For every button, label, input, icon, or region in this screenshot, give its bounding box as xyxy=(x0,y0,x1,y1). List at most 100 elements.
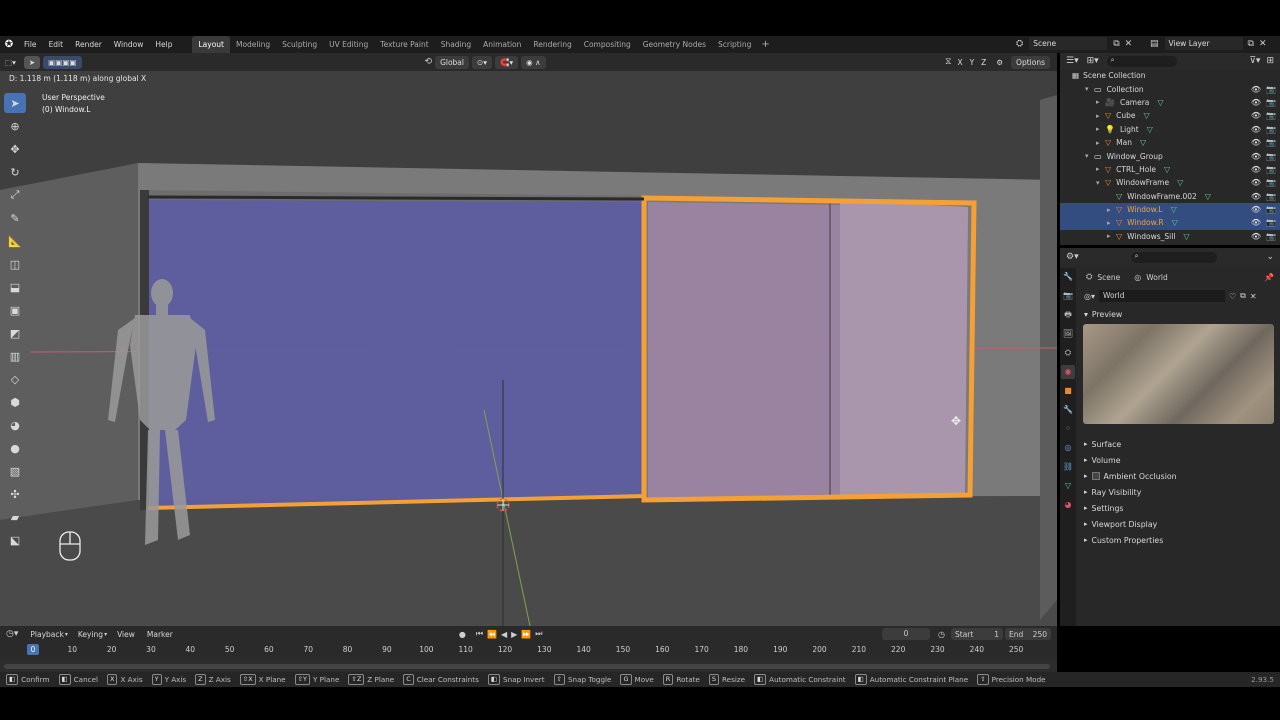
render-camera-icon[interactable]: 📷 xyxy=(1266,218,1276,227)
outliner-row-collection[interactable]: ▾ ▭ Collection 👁 📷 xyxy=(1060,82,1280,95)
timeline-scrollbar[interactable] xyxy=(4,664,1050,669)
copy-scene-icon[interactable]: ⧉ xyxy=(1113,39,1119,49)
menu-edit[interactable]: Edit xyxy=(43,36,70,53)
shear-tool-icon[interactable]: ▰ xyxy=(4,507,26,527)
chevron-right-icon[interactable]: ▸ xyxy=(1107,206,1116,214)
scene-name-field[interactable]: Scene xyxy=(1029,37,1108,50)
eye-icon[interactable]: 👁 xyxy=(1251,98,1261,107)
select-mode-icons[interactable]: ▣▣▣▣ xyxy=(43,55,82,69)
timeline-menu-marker[interactable]: Marker xyxy=(141,626,179,643)
world-name-field[interactable]: World xyxy=(1099,290,1225,302)
delete-view-layer-icon[interactable]: ✕ xyxy=(1259,39,1267,49)
chevron-right-icon[interactable]: ▸ xyxy=(1096,125,1105,133)
render-camera-icon[interactable]: 📷 xyxy=(1266,205,1276,214)
outliner-search-field[interactable]: ⌕ xyxy=(1106,55,1177,67)
properties-search-field[interactable]: ⌕ xyxy=(1130,251,1217,263)
render-camera-icon[interactable]: 📷 xyxy=(1266,98,1276,107)
tab-compositing[interactable]: Compositing xyxy=(578,36,637,53)
outliner-row-man[interactable]: ▸ ▽ Man ▽ 👁 📷 xyxy=(1060,136,1280,149)
render-camera-icon[interactable]: 📷 xyxy=(1266,178,1276,187)
outliner-row-windowframe[interactable]: ▾ ▽ WindowFrame ▽ 👁 📷 xyxy=(1060,176,1280,189)
preview-section-header[interactable]: ▾ Preview xyxy=(1060,306,1280,322)
outliner-row-window-r[interactable]: ▸ ▽ Window.R ▽ 👁 📷 xyxy=(1060,216,1280,230)
chevron-right-icon[interactable]: ▸ xyxy=(1096,165,1105,173)
jump-keyframe-back-icon[interactable]: ⏪ xyxy=(487,630,497,639)
eye-icon[interactable]: 👁 xyxy=(1251,138,1261,147)
properties-editor-icon[interactable]: ⚙▾ xyxy=(1066,252,1079,262)
blender-logo-icon[interactable]: ✪ xyxy=(0,39,18,50)
menu-window[interactable]: Window xyxy=(108,36,150,53)
view-layer-selector[interactable]: ▤ View Layer ⧉ ✕ xyxy=(1150,37,1267,50)
data-tab-icon[interactable]: ▽ xyxy=(1061,479,1075,493)
world-tab-icon[interactable]: ◉ xyxy=(1061,365,1075,379)
section-settings[interactable]: ▸ Settings xyxy=(1076,500,1280,516)
menu-help[interactable]: Help xyxy=(149,36,178,53)
material-tab-icon[interactable]: ◕ xyxy=(1061,498,1075,512)
fake-user-icon[interactable]: ♡ xyxy=(1229,292,1236,301)
outliner-row-light[interactable]: ▸ 💡 Light ▽ 👁 📷 xyxy=(1060,123,1280,136)
modifier-tab-icon[interactable]: 🔧 xyxy=(1061,403,1075,417)
properties-options-icon[interactable]: ⌄ xyxy=(1266,252,1274,262)
chevron-down-icon[interactable]: ▾ xyxy=(1085,152,1094,160)
rotate-tool-icon[interactable]: ↻ xyxy=(4,162,26,182)
axis-z-toggle[interactable]: Z xyxy=(979,56,988,69)
outliner-row-window-group[interactable]: ▾ ▭ Window_Group 👁 📷 xyxy=(1060,149,1280,162)
edge-slide-tool-icon[interactable]: ▧ xyxy=(4,461,26,481)
ambient-occlusion-checkbox[interactable] xyxy=(1091,472,1100,480)
spin-tool-icon[interactable]: ◕ xyxy=(4,415,26,435)
eye-icon[interactable]: 👁 xyxy=(1251,165,1261,174)
new-collection-icon[interactable]: ⊞ xyxy=(1266,56,1274,66)
start-frame-field[interactable]: Start 1 xyxy=(951,628,1003,640)
eye-icon[interactable]: 👁 xyxy=(1251,178,1261,187)
tab-layout[interactable]: Layout xyxy=(192,36,230,53)
pivot-point-icon[interactable]: ⊙▾ xyxy=(472,55,493,69)
outliner-row-camera[interactable]: ▸ 🎥 Camera ▽ 👁 📷 xyxy=(1060,96,1280,109)
render-camera-icon[interactable]: 📷 xyxy=(1266,152,1276,161)
chevron-right-icon[interactable]: ▾ xyxy=(1096,179,1105,187)
add-cube-tool-icon[interactable]: ◫ xyxy=(4,254,26,274)
jump-keyframe-forward-icon[interactable]: ⏩ xyxy=(521,630,531,639)
play-icon[interactable]: ▶ xyxy=(511,630,517,639)
proportional-edit-icon[interactable]: ◉ ∧ xyxy=(521,55,546,69)
section-ambient-occlusion[interactable]: ▸ Ambient Occlusion xyxy=(1076,468,1280,484)
options-dropdown[interactable]: Options xyxy=(1011,55,1050,69)
eye-icon[interactable]: 👁 xyxy=(1251,232,1261,241)
transform-orientation-dropdown[interactable]: Global xyxy=(435,55,469,69)
cursor-tool-icon[interactable]: ⊕ xyxy=(4,116,26,136)
shrink-fatten-tool-icon[interactable]: ✣ xyxy=(4,484,26,504)
3d-viewport[interactable]: ✥ D: 1.118 m (1.118 m) along global X Us… xyxy=(0,71,1057,626)
eye-icon[interactable]: 👁 xyxy=(1251,125,1261,134)
eye-icon[interactable]: 👁 xyxy=(1251,218,1261,227)
keyframe-record-icon[interactable]: ● xyxy=(459,630,466,639)
section-viewport-display[interactable]: ▸ Viewport Display xyxy=(1076,516,1280,532)
render-camera-icon[interactable]: 📷 xyxy=(1266,138,1276,147)
outliner-row-ctrl-hole[interactable]: ▸ ▽ CTRL_Hole ▽ 👁 📷 xyxy=(1060,163,1280,176)
tab-texture-paint[interactable]: Texture Paint xyxy=(374,36,434,53)
knife-tool-icon[interactable]: ◇ xyxy=(4,369,26,389)
chevron-right-icon[interactable]: ▸ xyxy=(1096,112,1105,120)
extrude-tool-icon[interactable]: ⬓ xyxy=(4,277,26,297)
object-tab-icon[interactable]: ■ xyxy=(1061,384,1075,398)
jump-end-icon[interactable]: ⏭ xyxy=(535,629,542,639)
add-workspace-button[interactable]: + xyxy=(757,39,773,50)
timeline-menu-playback[interactable]: Playback xyxy=(24,626,69,643)
poly-build-tool-icon[interactable]: ⬢ xyxy=(4,392,26,412)
render-camera-icon[interactable]: 📷 xyxy=(1266,165,1276,174)
menu-file[interactable]: File xyxy=(18,36,43,53)
section-custom-properties[interactable]: ▸ Custom Properties xyxy=(1076,532,1280,548)
measure-tool-icon[interactable]: 📐 xyxy=(4,231,26,251)
end-frame-field[interactable]: End 250 xyxy=(1005,628,1051,640)
eye-icon[interactable]: 👁 xyxy=(1251,111,1261,120)
tab-animation[interactable]: Animation xyxy=(477,36,527,53)
move-tool-icon[interactable]: ✥ xyxy=(4,139,26,159)
rip-tool-icon[interactable]: ⬕ xyxy=(4,530,26,550)
menu-render[interactable]: Render xyxy=(69,36,108,53)
constraints-tab-icon[interactable]: ⛓ xyxy=(1061,460,1075,474)
section-ray-visibility[interactable]: ▸ Ray Visibility xyxy=(1076,484,1280,500)
section-surface[interactable]: ▸ Surface xyxy=(1076,436,1280,452)
timeline-scrubber[interactable]: 0 10 20 30 40 50 60 70 80 90 100 110 120 130 140 150 160… xyxy=(0,642,1057,672)
display-mode-icon[interactable]: ⊞▾ xyxy=(1087,56,1099,66)
render-camera-icon[interactable]: 📷 xyxy=(1266,85,1276,94)
eye-icon[interactable]: 👁 xyxy=(1251,152,1261,161)
eye-icon[interactable]: 👁 xyxy=(1251,192,1261,201)
